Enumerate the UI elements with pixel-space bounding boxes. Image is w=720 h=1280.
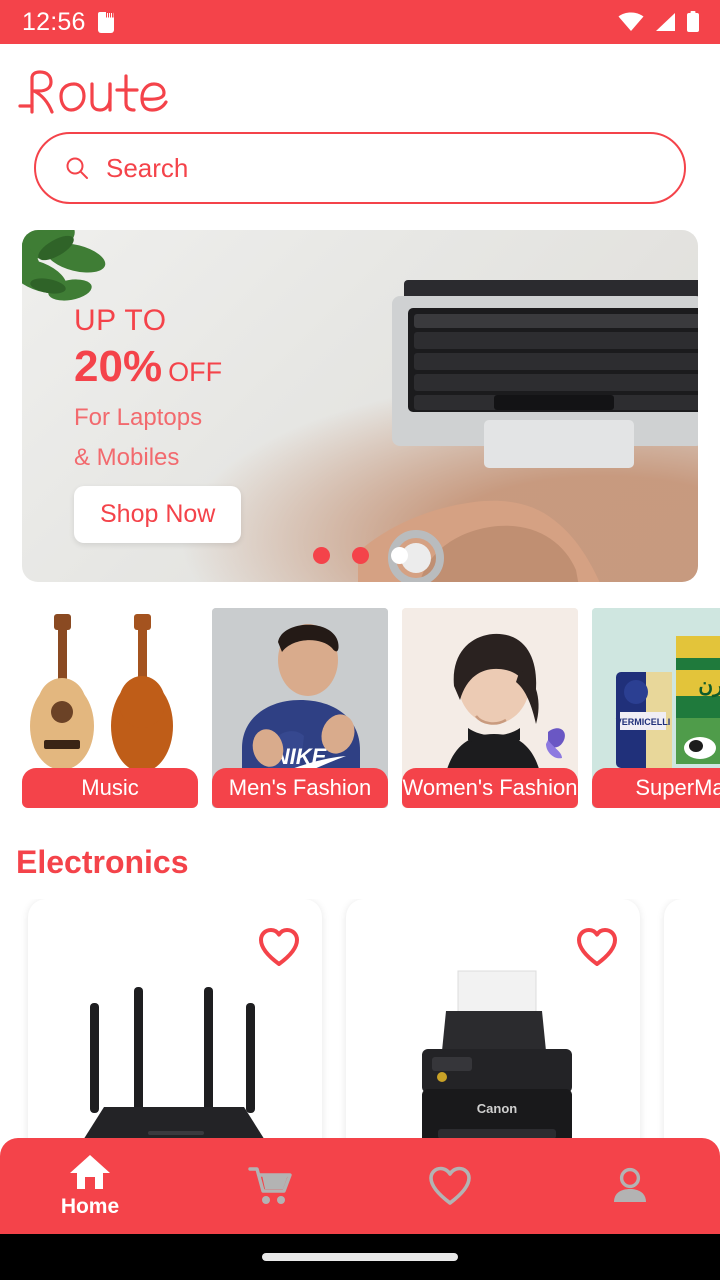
status-bar-left: 12:56	[22, 8, 114, 37]
category-label: SuperMa	[592, 768, 720, 808]
search-icon	[66, 157, 88, 179]
wifi-icon	[618, 12, 644, 31]
category-card-womens-fashion[interactable]: Women's Fashion	[402, 608, 578, 808]
promo-banner-slide[interactable]: UP TO 20% OFF For Laptops & Mobiles Shop …	[22, 230, 698, 582]
banner-discount: 20% OFF	[74, 342, 222, 393]
nav-item-home[interactable]: Home	[0, 1138, 180, 1234]
nav-item-cart[interactable]	[180, 1138, 360, 1234]
cart-icon	[248, 1167, 292, 1204]
svg-text:VERMICELLI: VERMICELLI	[616, 717, 671, 727]
category-card-mens-fashion[interactable]: NIKE Men's Fashion	[212, 608, 388, 808]
categories-carousel[interactable]: Music NIKE Men's Fashion Women's Fashion…	[0, 608, 720, 808]
search-placeholder: Search	[106, 152, 189, 183]
app-logo	[0, 44, 720, 132]
nav-label-home: Home	[60, 1195, 120, 1218]
search-input[interactable]: Search	[34, 132, 686, 204]
system-gesture-area	[0, 1234, 720, 1280]
carousel-dot-2[interactable]	[351, 547, 369, 564]
status-bar: 12:56	[0, 0, 720, 44]
profile-icon	[614, 1167, 646, 1202]
banner-discount-value: 20%	[74, 342, 163, 391]
promo-banner-carousel[interactable]: UP TO 20% OFF For Laptops & Mobiles Shop …	[0, 204, 720, 582]
carousel-dot-3[interactable]	[390, 547, 408, 564]
battery-icon	[687, 11, 699, 32]
bottom-navigation-bar: Home	[0, 1138, 720, 1234]
nav-item-wishlist[interactable]	[360, 1138, 540, 1234]
favorite-heart-icon[interactable]	[576, 927, 618, 969]
home-icon	[70, 1155, 110, 1189]
banner-copy: UP TO 20% OFF For Laptops & Mobiles	[74, 306, 222, 474]
category-label: Women's Fashion	[402, 768, 578, 808]
category-card-music[interactable]: Music	[22, 608, 198, 808]
category-label: Men's Fashion	[212, 768, 388, 808]
svg-text:Canon: Canon	[477, 1101, 518, 1116]
heart-icon	[429, 1166, 471, 1205]
route-logo-icon	[18, 70, 168, 114]
svg-text:فيرن: فيرن	[698, 675, 720, 698]
banner-line-1: UP TO	[74, 304, 167, 337]
status-time: 12:56	[22, 7, 86, 36]
nav-item-profile[interactable]	[540, 1138, 720, 1234]
cellular-signal-icon	[656, 13, 675, 31]
sd-card-icon	[97, 11, 114, 33]
banner-line-3: For Laptops	[74, 403, 203, 431]
gesture-bar[interactable]	[262, 1253, 458, 1261]
category-label: Music	[22, 768, 198, 808]
category-card-supermarket[interactable]: فيرن VERMICELLI SuperMa	[592, 608, 720, 808]
section-title-electronics: Electronics	[16, 844, 189, 880]
app-screen: 12:56 Search UP TO 20% OFF For Laptops &…	[0, 0, 720, 1280]
banner-off-label: OFF	[168, 357, 223, 387]
status-bar-right	[618, 11, 700, 33]
banner-line-4: & Mobiles	[74, 444, 180, 472]
carousel-dots[interactable]	[22, 547, 698, 564]
search-row: Search	[0, 132, 720, 204]
favorite-heart-icon[interactable]	[258, 927, 300, 969]
shop-now-button[interactable]: Shop Now	[74, 486, 242, 543]
carousel-dot-1[interactable]	[312, 547, 330, 564]
